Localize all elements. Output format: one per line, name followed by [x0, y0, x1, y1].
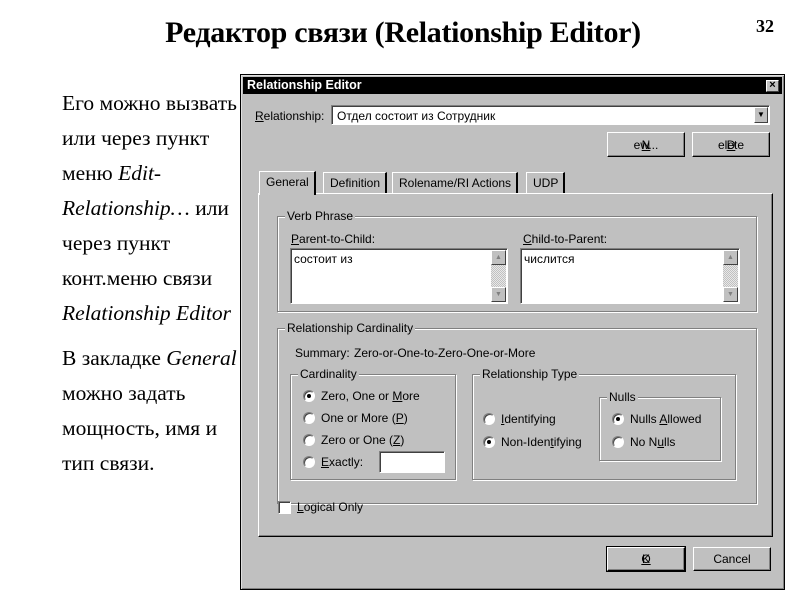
tab-general[interactable]: General — [259, 171, 316, 195]
radio-exactly[interactable]: Exactly: — [303, 455, 363, 469]
radio-button[interactable] — [483, 413, 495, 425]
slide-body-text: Его можно вызвать или через пункт меню E… — [29, 86, 244, 481]
relationship-type-group: Relationship Type Identifying Non-Identi… — [472, 367, 736, 480]
radio-button[interactable] — [612, 413, 624, 425]
page-number: 32 — [756, 16, 774, 36]
radio-button[interactable] — [303, 412, 315, 424]
scroll-up-icon[interactable]: ▲ — [491, 250, 506, 265]
new-button[interactable]: New... — [607, 132, 685, 157]
radio-zero-one-or-more[interactable]: Zero, One or More — [303, 389, 420, 403]
logical-only-checkbox[interactable]: Logical Only — [278, 500, 363, 514]
relationship-cardinality-group: Relationship Cardinality Summary: Zero-o… — [277, 321, 757, 504]
dialog-title: Relationship Editor — [247, 78, 362, 92]
exactly-input[interactable] — [379, 451, 445, 473]
context-menu-reference: Relationship Editor — [62, 301, 232, 325]
paragraph-general-tab: В закладке General можно задать мощность… — [62, 346, 237, 475]
child-to-parent-scrollbar[interactable]: ▲ ▼ — [723, 250, 738, 302]
nulls-group: Nulls Nulls Allowed No Nulls — [599, 390, 721, 461]
relationship-value: Отдел состоит из Сотрудник — [337, 109, 496, 123]
checkbox[interactable] — [278, 501, 291, 514]
general-tab-panel: Verb Phrase Parent-to-Child: состоит из … — [258, 193, 773, 537]
nulls-title: Nulls — [607, 390, 638, 404]
parent-to-child-textarea[interactable]: состоит из ▲ ▼ — [290, 248, 508, 304]
delete-button[interactable]: Delete — [692, 132, 770, 157]
radio-nulls-allowed[interactable]: Nulls Allowed — [612, 412, 701, 426]
relationship-label: Relationship: — [255, 109, 325, 123]
scroll-down-icon[interactable]: ▼ — [491, 287, 506, 302]
paragraph-invocation: Его можно вызвать или через пункт меню E… — [62, 91, 237, 325]
tab-reference: General — [166, 346, 237, 370]
radio-identifying[interactable]: Identifying — [483, 412, 556, 426]
verb-phrase-group: Verb Phrase Parent-to-Child: состоит из … — [277, 209, 757, 312]
parent-to-child-scrollbar[interactable]: ▲ ▼ — [491, 250, 506, 302]
radio-no-nulls[interactable]: No Nulls — [612, 435, 675, 449]
relationship-editor-dialog: Relationship Editor × Relationship: Отде… — [240, 74, 785, 590]
close-icon[interactable]: × — [766, 80, 779, 92]
scroll-down-icon[interactable]: ▼ — [723, 287, 738, 302]
scroll-up-icon[interactable]: ▲ — [723, 250, 738, 265]
relationship-combobox[interactable]: Отдел состоит из Сотрудник ▼ — [331, 105, 770, 125]
parent-to-child-label: Parent-to-Child: — [291, 232, 376, 246]
ok-button[interactable]: OK — [606, 546, 686, 572]
radio-zero-or-one[interactable]: Zero or One (Z) — [303, 433, 404, 447]
tab-definition[interactable]: Definition — [323, 172, 388, 193]
parent-to-child-value: состоит из — [294, 252, 353, 266]
chevron-down-icon[interactable]: ▼ — [754, 107, 768, 123]
dialog-titlebar[interactable]: Relationship Editor × — [243, 77, 782, 94]
summary-label: Summary: — [295, 346, 350, 360]
radio-button[interactable] — [303, 434, 315, 446]
relationship-type-title: Relationship Type — [480, 367, 580, 381]
child-to-parent-value: числится — [524, 252, 575, 266]
cardinality-title: Cardinality — [298, 367, 359, 381]
child-to-parent-label: Child-to-Parent: — [523, 232, 608, 246]
slide-title: Редактор связи (Relationship Editor) — [165, 16, 641, 49]
radio-button[interactable] — [483, 436, 495, 448]
tab-rolename-ri-actions[interactable]: Rolename/RI Actions — [392, 172, 519, 193]
radio-non-identifying[interactable]: Non-Identifying — [483, 435, 582, 449]
radio-button[interactable] — [303, 390, 315, 402]
verb-phrase-title: Verb Phrase — [285, 209, 356, 223]
radio-one-or-more[interactable]: One or More (P) — [303, 411, 408, 425]
summary-value: Zero-or-One-to-Zero-One-or-More — [354, 346, 536, 360]
radio-button[interactable] — [612, 436, 624, 448]
tab-udp[interactable]: UDP — [526, 172, 566, 193]
child-to-parent-textarea[interactable]: числится ▲ ▼ — [520, 248, 740, 304]
cardinality-group: Cardinality Zero, One or More One or Mor… — [290, 367, 456, 480]
radio-button[interactable] — [303, 456, 315, 468]
cancel-button[interactable]: Cancel — [693, 547, 771, 571]
relationship-cardinality-title: Relationship Cardinality — [285, 321, 416, 335]
